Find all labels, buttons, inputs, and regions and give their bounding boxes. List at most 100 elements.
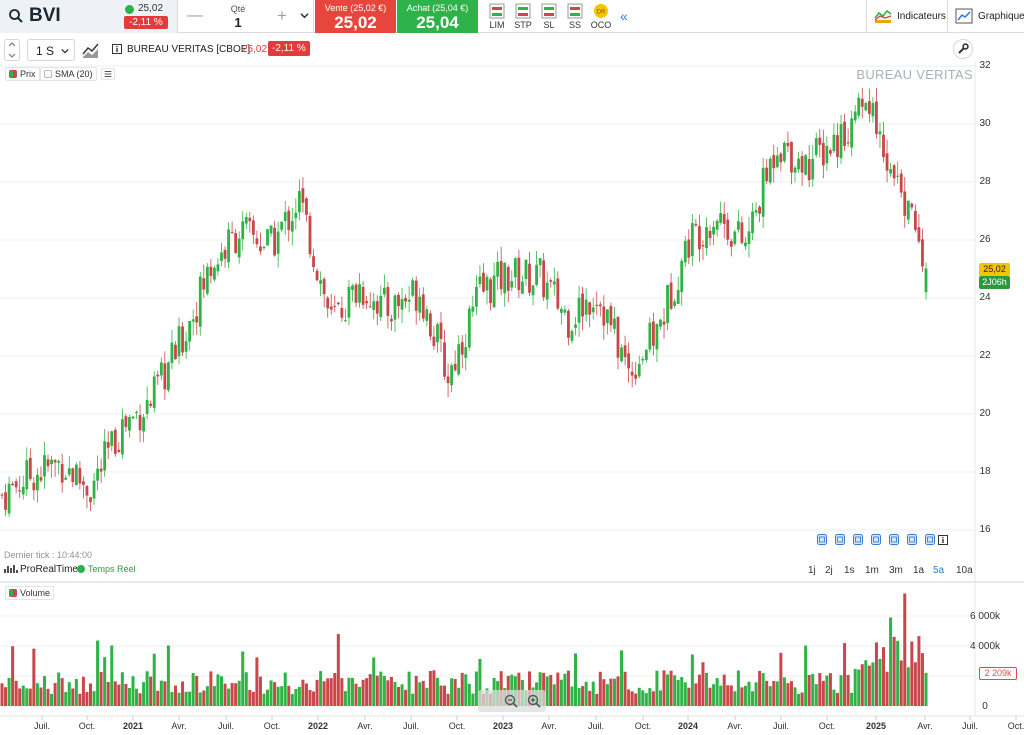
candle-body (53, 460, 57, 463)
candle-body (386, 287, 390, 316)
dividend-event-icon[interactable] (925, 534, 935, 545)
candle-body (4, 492, 7, 510)
volume-bar (623, 671, 627, 706)
volume-bar (418, 682, 422, 706)
candle-body (839, 124, 843, 159)
candle-body (542, 260, 546, 298)
candle-body (78, 467, 82, 484)
volume-bar (751, 691, 755, 706)
volume-bar (867, 665, 871, 706)
candle-body (361, 286, 365, 305)
volume-bar (78, 693, 82, 706)
range-5a[interactable]: 5a (930, 563, 947, 578)
volume-bar (584, 681, 588, 706)
candle-body (563, 309, 567, 313)
time-tick-label: Juil. (402, 721, 420, 731)
volume-bar (135, 688, 139, 706)
candle-body (517, 257, 521, 291)
time-tick-label: Avr. (171, 721, 187, 731)
volume-bar (885, 671, 889, 706)
candle-body (128, 417, 131, 431)
volume-bar (563, 673, 567, 706)
dividend-event-icon[interactable] (853, 534, 863, 545)
volume-bar (549, 674, 553, 706)
volume-bar (372, 657, 376, 706)
candle-body (195, 316, 199, 323)
volume-bar (896, 640, 900, 706)
volume-bar (188, 691, 192, 706)
range-1j[interactable]: 1j (805, 563, 819, 578)
time-tick-label: Juil. (961, 721, 979, 731)
range-2j[interactable]: 2j (822, 563, 836, 578)
candle-body (637, 364, 641, 377)
event-info-icon[interactable] (938, 535, 948, 545)
candle-body (273, 227, 276, 256)
dividend-event-icon[interactable] (835, 534, 845, 545)
price-tick-20: 20 (979, 408, 991, 419)
volume-bar (860, 664, 864, 706)
volume-bar (110, 645, 114, 706)
volume-bar (906, 667, 910, 706)
volume-bar (736, 670, 740, 706)
volume-bar (729, 685, 733, 706)
candle-body (644, 349, 648, 360)
candle-body (779, 153, 783, 163)
candle-body (251, 220, 255, 235)
zoom-out-icon[interactable] (504, 694, 518, 708)
volume-bar (853, 668, 857, 706)
range-1m[interactable]: 1m (862, 563, 882, 578)
candle-body (510, 281, 514, 288)
candle-body (269, 225, 273, 234)
volume-bar (457, 687, 461, 706)
zoom-in-icon[interactable] (527, 694, 541, 708)
dividend-event-icon[interactable] (889, 534, 899, 545)
volume-bar (439, 685, 443, 706)
candle-body (503, 262, 507, 294)
candle-body (864, 103, 868, 111)
candle-body (549, 280, 553, 282)
candle-body (492, 275, 496, 308)
dividend-event-icon[interactable] (871, 534, 881, 545)
candle-body (255, 238, 259, 245)
price-tick-22: 22 (979, 350, 991, 361)
volume-bar (32, 648, 36, 706)
volume-bar (658, 690, 662, 706)
volume-bar (142, 682, 146, 706)
volume-badge: 2 209k (979, 667, 1017, 680)
candle-body (340, 307, 344, 318)
candle-body (744, 242, 747, 247)
candle-body (843, 121, 846, 146)
time-tick-label: Juil. (217, 721, 235, 731)
range-1a[interactable]: 1a (910, 563, 927, 578)
candle-body (237, 238, 241, 258)
candle-body (227, 229, 230, 263)
volume-bar (651, 691, 655, 706)
candle-body (60, 464, 64, 483)
candle-body (662, 321, 666, 325)
dividend-event-icon[interactable] (817, 534, 827, 545)
volume-bar (814, 684, 818, 706)
volume-bar (149, 676, 153, 706)
range-3m[interactable]: 3m (886, 563, 906, 578)
volume-bar (212, 686, 216, 706)
range-10a[interactable]: 10a (953, 563, 976, 578)
candle-body (896, 175, 900, 177)
volume-bar (14, 680, 18, 706)
volume-bar (588, 690, 592, 706)
volume-bar (467, 683, 471, 706)
volume-bar (432, 670, 436, 706)
candle-body (305, 198, 308, 215)
volume-bar (602, 679, 606, 706)
price-chart[interactable] (0, 0, 1024, 735)
dividend-event-icon[interactable] (907, 534, 917, 545)
volume-bar (308, 690, 312, 706)
price-tick-28: 28 (979, 176, 991, 187)
volume-bar (294, 688, 298, 706)
range-1s[interactable]: 1s (841, 563, 858, 578)
candle-body (793, 167, 797, 173)
volume-bar (216, 674, 220, 706)
candle-body (220, 252, 223, 261)
candle-body (32, 482, 36, 491)
time-tick-label: Oct. (818, 721, 836, 731)
candle-body (761, 167, 765, 217)
